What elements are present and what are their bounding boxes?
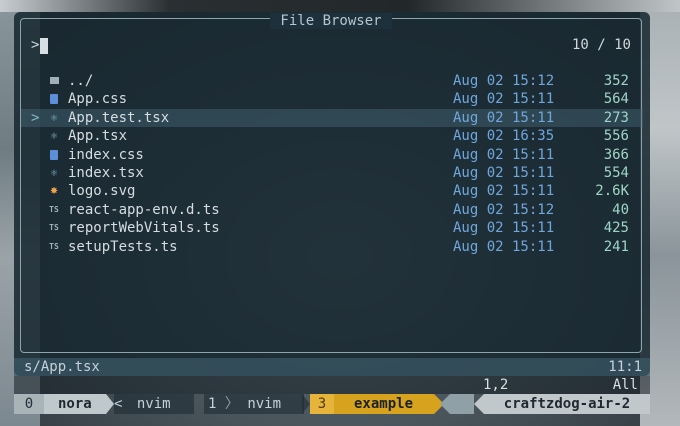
scroll-indicator: All — [612, 377, 638, 393]
file-size: 556 — [603, 128, 629, 145]
file-list: ../ Aug 02 15:12 352 App.css Aug 02 15:11 564… — [21, 72, 643, 256]
file-row[interactable]: ../ Aug 02 15:12 352 — [21, 72, 643, 90]
search-input[interactable]: > 10 / 10 — [31, 37, 631, 55]
file-date: Aug 02 15:11 — [453, 238, 555, 255]
ts-file-icon: TS — [49, 223, 59, 233]
file-row[interactable]: TS reportWebVitals.ts Aug 02 15:11 425 — [21, 219, 643, 237]
file-row[interactable]: App.css Aug 02 15:11 564 — [21, 90, 643, 108]
file-name: index.css — [68, 146, 144, 163]
powerline-separator — [440, 394, 450, 414]
file-size: 2.6K — [595, 183, 629, 200]
ts-file-icon: TS — [49, 241, 59, 251]
ts-file-icon: TS — [49, 204, 59, 214]
react-file-icon: ⚛ — [50, 165, 58, 179]
powerline-separator — [106, 394, 114, 414]
tmux-statusbar: 0 nora < nvim 1 〉 nvim 3 example craftzd… — [14, 394, 650, 414]
file-date: Aug 02 15:11 — [453, 146, 555, 163]
file-row[interactable]: ✸ logo.svg Aug 02 15:11 2.6K — [21, 182, 643, 200]
file-row[interactable]: index.css Aug 02 15:11 366 — [21, 146, 643, 164]
match-count: 10 / 10 — [571, 37, 631, 53]
file-browser-frame: File Browser > 10 / 10 ../ Aug 02 15:12 35… — [20, 13, 643, 353]
file-date: Aug 02 15:12 — [453, 73, 555, 89]
file-date: Aug 02 15:11 — [453, 91, 555, 108]
statusbar-segment — [450, 394, 474, 414]
chevron-right-icon: 〉 — [224, 396, 239, 412]
window-name: nvim — [136, 396, 171, 412]
file-name: ../ — [68, 73, 94, 89]
tmux-window-item[interactable]: 1 〉 nvim — [204, 394, 304, 414]
file-row[interactable]: TS react-app-env.d.ts Aug 02 15:12 40 — [21, 201, 643, 219]
folder-icon — [47, 72, 61, 91]
session-index: 0 — [14, 394, 44, 414]
file-date: Aug 02 16:35 — [453, 128, 555, 145]
svg-file-icon: ✸ — [50, 183, 58, 199]
file-size: 273 — [603, 109, 629, 126]
window-index: 1 — [208, 396, 217, 412]
file-name: index.tsx — [68, 164, 144, 181]
active-window-index[interactable]: 3 — [310, 394, 334, 414]
file-date: Aug 02 15:11 — [453, 183, 555, 200]
file-name: App.tsx — [68, 128, 128, 145]
file-size: 366 — [603, 146, 629, 163]
file-date: Aug 02 15:11 — [453, 164, 555, 181]
text-cursor — [40, 38, 48, 54]
file-name: setupTests.ts — [68, 238, 178, 255]
file-row[interactable]: ⚛ index.tsx Aug 02 15:11 554 — [21, 164, 643, 182]
statusline-path: s/App.tsx — [24, 359, 100, 375]
file-row[interactable]: TS setupTests.ts Aug 02 15:11 241 — [21, 238, 643, 256]
file-date: Aug 02 15:11 — [453, 220, 555, 237]
powerline-separator — [474, 394, 484, 414]
file-date: Aug 02 15:12 — [453, 201, 555, 218]
react-file-icon: ⚛ — [50, 129, 58, 143]
file-row[interactable]: ⚛ App.tsx Aug 02 16:35 556 — [21, 127, 643, 145]
file-name: App.css — [68, 91, 128, 108]
window-index: < — [114, 396, 123, 412]
file-size: 425 — [603, 220, 629, 237]
statusline-position: 11:1 — [608, 359, 642, 375]
file-name: react-app-env.d.ts — [68, 201, 220, 218]
powerline-separator — [302, 394, 310, 414]
file-browser-window: File Browser > 10 / 10 ../ Aug 02 15:12 35… — [14, 12, 650, 376]
file-size: 554 — [603, 164, 629, 181]
hostname: craftzdog-air-2 — [484, 394, 650, 414]
file-name: logo.svg — [68, 183, 136, 200]
ruler: 1,2 All — [14, 376, 650, 394]
prompt-symbol: > — [31, 37, 40, 53]
file-size: 352 — [603, 73, 629, 89]
file-size: 40 — [612, 201, 629, 218]
session-name: nora — [44, 394, 106, 414]
statusline: s/App.tsx 11:1 — [14, 358, 650, 376]
file-size: 241 — [603, 238, 629, 255]
file-name: App.test.tsx — [68, 109, 170, 126]
file-name: reportWebVitals.ts — [68, 220, 220, 237]
selection-marker: > — [31, 109, 40, 126]
react-file-icon: ⚛ — [50, 110, 58, 124]
file-row[interactable]: > ⚛ App.test.tsx Aug 02 15:11 273 — [21, 108, 643, 128]
window-name: nvim — [247, 396, 282, 412]
file-size: 564 — [603, 91, 629, 108]
file-date: Aug 02 15:11 — [453, 109, 555, 126]
active-window-name[interactable]: example — [334, 394, 434, 414]
window-title: File Browser — [270, 13, 392, 29]
tmux-window-item[interactable]: < nvim — [114, 394, 194, 414]
cursor-position: 1,2 — [483, 377, 509, 393]
